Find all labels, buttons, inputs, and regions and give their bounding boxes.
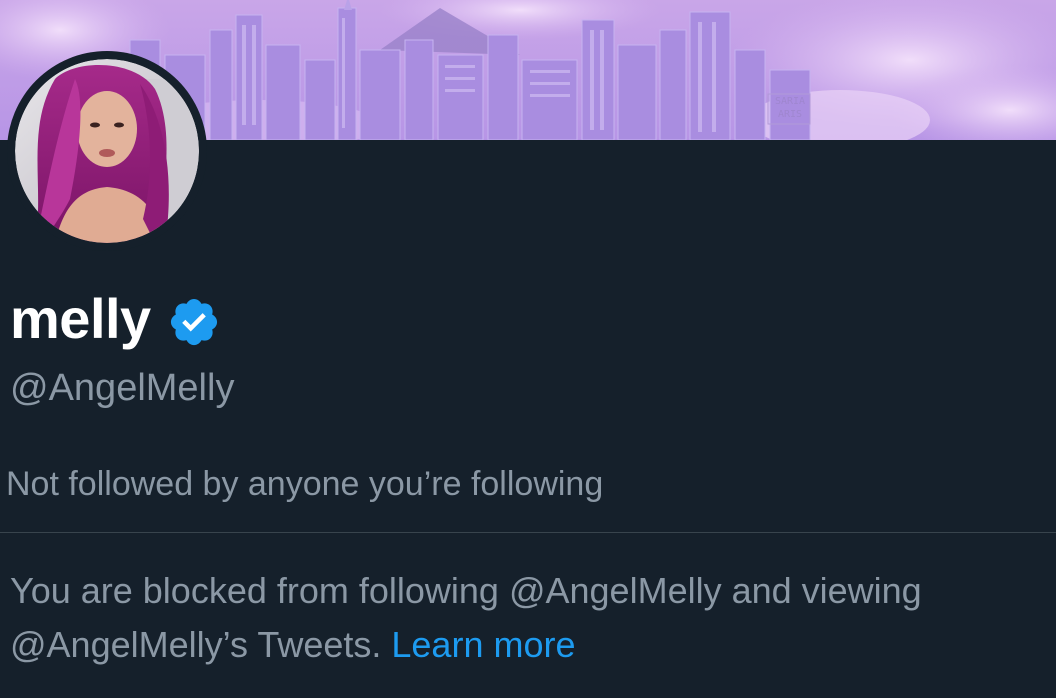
blocked-message-line-2: @AngelMelly’s Tweets. Learn more <box>10 618 1040 672</box>
display-name: melly <box>10 287 151 350</box>
display-name-row: melly <box>10 284 221 354</box>
divider <box>0 532 1056 533</box>
learn-more-link[interactable]: Learn more <box>391 624 575 665</box>
verified-badge-icon[interactable] <box>167 295 221 349</box>
watermark-line: SARIA <box>774 96 806 107</box>
blocked-message-text: @AngelMelly’s Tweets. <box>10 624 382 665</box>
blocked-message-line: You are blocked from following @AngelMel… <box>10 570 922 611</box>
watermark-line: ARIS <box>777 109 803 120</box>
followers-you-know-note: Not followed by anyone you’re following <box>6 465 604 503</box>
avatar-image <box>15 59 199 243</box>
profile-avatar[interactable] <box>7 51 207 251</box>
profile-page: SARIA ARIS melly @AngelMelly Not followe… <box>0 0 1056 698</box>
blocked-notice: You are blocked from following @AngelMel… <box>10 564 1040 672</box>
banner-watermark: SARIA ARIS <box>770 95 810 121</box>
username-handle: @AngelMelly <box>10 367 235 409</box>
